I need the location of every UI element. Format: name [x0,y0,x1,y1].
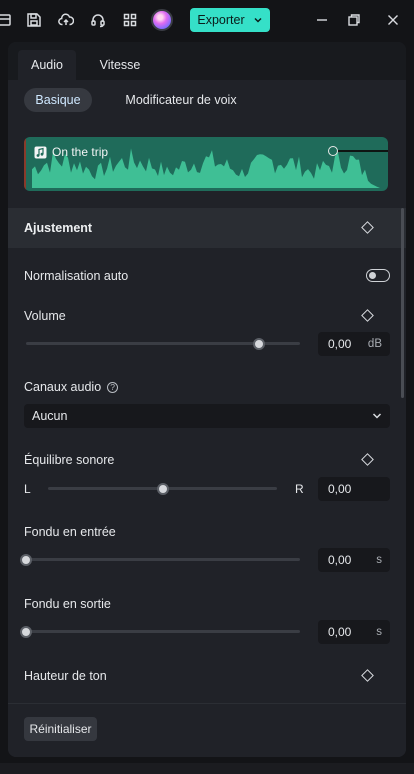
chevron-down-icon [254,17,262,23]
fade-in-slider-thumb[interactable] [20,554,32,566]
balance-value-field[interactable]: 0,00 [318,477,390,501]
balance-slider-thumb[interactable] [156,483,169,495]
restore-window-icon[interactable] [344,10,364,30]
user-avatar[interactable] [151,9,173,31]
canaux-audio-label: Canaux audio? [24,380,119,394]
help-icon[interactable]: ? [107,381,119,393]
keyframe-diamond-icon[interactable] [361,221,374,234]
music-note-icon [34,146,47,158]
clip-title: On the trip [52,145,109,159]
section-title: Ajustement [24,221,93,235]
save-icon[interactable] [24,10,44,30]
title-bar: Exporter [0,0,414,40]
normalisation-label: Normalisation auto [24,269,129,283]
tab-bar: Audio Vitesse [8,42,406,80]
reset-button[interactable]: Réinitialiser [24,717,97,741]
panel-scrollbar[interactable] [401,208,404,398]
clip-volume-line [337,150,388,152]
chevron-down-icon [372,413,382,419]
tab-vitesse[interactable]: Vitesse [88,50,152,80]
volume-slider-thumb[interactable] [252,338,265,350]
subtab-modificateur-de-voix[interactable]: Modificateur de voix [106,88,256,112]
balance-right-label: R [295,482,304,496]
volume-value-field[interactable]: 0,00 dB [318,332,390,356]
volume-keyframe-diamond-icon[interactable] [361,309,374,322]
audio-clip-preview[interactable]: On the trip [24,137,388,191]
panel-footer: Réinitialiser [8,703,406,757]
equilibre-keyframe-diamond-icon[interactable] [361,453,374,466]
close-icon[interactable] [383,10,403,30]
bottom-strip [0,763,414,774]
clip-volume-handle[interactable] [328,146,338,156]
clip-label: On the trip [34,145,108,159]
export-button-label: Exporter [197,13,245,27]
equilibre-label: Équilibre sonore [24,453,115,467]
fade-in-slider-track[interactable] [26,558,300,561]
canaux-audio-select[interactable]: Aucun [24,404,390,428]
fondu-sortie-label: Fondu en sortie [24,597,111,611]
fade-out-slider-track[interactable] [26,630,300,633]
section-header-ajustement: Ajustement [8,208,406,248]
panel-layout-icon[interactable] [0,10,14,30]
cloud-upload-icon[interactable] [56,10,76,30]
toggle-knob [369,272,376,279]
fade-in-value-field[interactable]: 0,00 s [318,548,390,572]
balance-left-label: L [24,482,31,496]
subtab-basique[interactable]: Basique [24,88,92,112]
fade-out-slider-thumb[interactable] [20,626,32,638]
fade-out-value-field[interactable]: 0,00 s [318,620,390,644]
hauteur-keyframe-diamond-icon[interactable] [361,669,374,682]
export-button[interactable]: Exporter [190,8,270,32]
audio-properties-panel: Audio Vitesse Basique Modificateur de vo… [8,42,406,757]
tab-audio[interactable]: Audio [18,50,76,80]
hauteur-de-ton-label: Hauteur de ton [24,669,107,683]
minimize-icon[interactable] [312,10,332,30]
normalisation-toggle[interactable] [366,269,390,282]
headset-support-icon[interactable] [88,10,108,30]
clip-start-marker [24,137,26,191]
apps-grid-icon[interactable] [120,10,140,30]
fondu-entree-label: Fondu en entrée [24,525,116,539]
volume-label: Volume [24,309,66,323]
